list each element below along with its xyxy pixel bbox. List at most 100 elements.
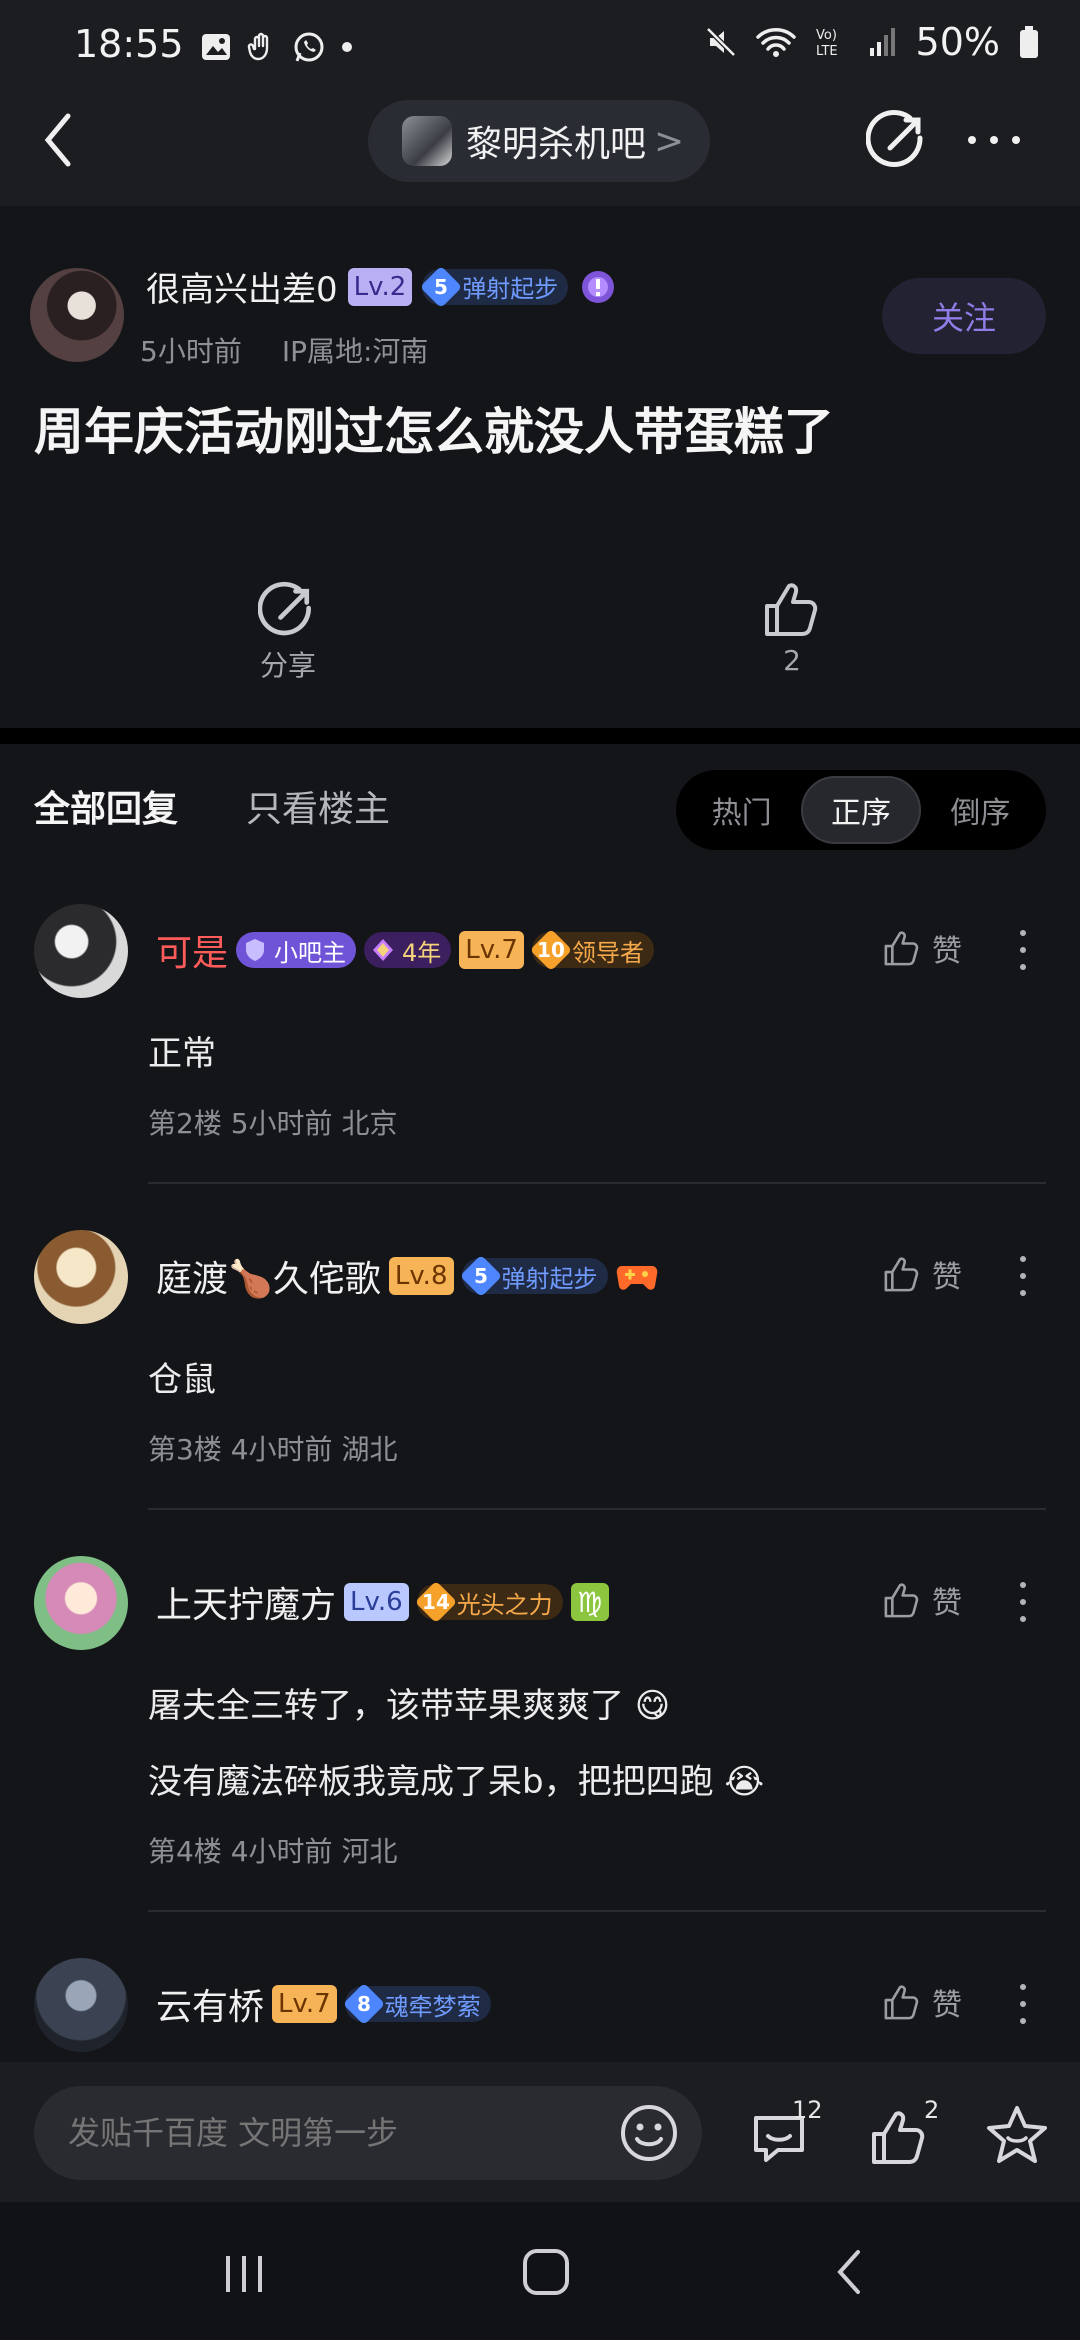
volte-icon: Vo)LTE	[816, 28, 838, 59]
share-icon	[866, 110, 923, 167]
thumbs-up-icon	[884, 1985, 919, 2020]
comment-avatar[interactable]	[34, 1230, 128, 1324]
thumbs-up-icon	[765, 583, 818, 636]
title-badge-num: 14	[421, 1590, 450, 1614]
comment-like-button[interactable]: 赞	[882, 926, 962, 970]
comment-more-button[interactable]	[1008, 1984, 1038, 2024]
favorite-button[interactable]	[984, 2104, 1050, 2166]
title-badge: 8 魂牵梦萦	[342, 1982, 491, 2026]
purple-medal-icon	[582, 270, 615, 303]
years-badge: 4年	[364, 932, 452, 968]
tab-all-replies[interactable]: 全部回复	[34, 780, 178, 832]
gamepad-icon	[616, 1266, 657, 1290]
title-badge-num: 10	[537, 938, 565, 962]
post-share-action[interactable]: 分享	[238, 580, 338, 684]
virgo-icon: ♍	[570, 1583, 609, 1621]
diamond-icon: 5	[420, 265, 463, 308]
comment-body: 正常	[148, 1034, 216, 1074]
comment-time: 5小时前	[230, 1107, 333, 1140]
status-system-icons: Vo) LTE 50%	[704, 20, 1040, 64]
title-badge-text: 弹射起步	[462, 275, 559, 303]
years-badge-text: 4年	[402, 938, 442, 967]
gallery-icon	[202, 34, 230, 60]
like-post-button[interactable]: 2	[868, 2096, 948, 2170]
section-divider	[0, 728, 1080, 744]
comment-header: 可是 小吧主 4年 Lv.7 10 领导者	[156, 924, 654, 976]
comment-header: 庭渡🍗久侘歌 Lv.8 5 弹射起步	[156, 1250, 658, 1302]
level-badge: Lv.8	[388, 1257, 454, 1295]
comment-avatar[interactable]	[34, 1958, 128, 2052]
comment-author-name[interactable]: 上天拧魔方	[156, 1576, 336, 1628]
level-badge: Lv.7	[272, 1985, 337, 2023]
comment-location: 河北	[341, 1835, 398, 1868]
post-like-count: 2	[783, 644, 801, 677]
emoji-button[interactable]	[618, 2102, 680, 2164]
tab-op-only[interactable]: 只看楼主	[246, 780, 390, 832]
forum-link[interactable]: 黎明杀机吧 >	[368, 100, 710, 182]
emoji-icon	[621, 2105, 677, 2161]
post-meta: 5小时前 IP属地:河南	[140, 330, 428, 370]
battery-percent: 50%	[915, 20, 1000, 64]
hand-icon	[247, 32, 269, 61]
level-badge: Lv.6	[344, 1583, 409, 1621]
back-button[interactable]	[36, 108, 80, 172]
sort-toggle: 热门 正序 倒序	[676, 770, 1046, 850]
post-like-action[interactable]: 2	[742, 578, 842, 677]
like-label: 赞	[932, 1260, 962, 1295]
comment-author-name[interactable]: 云有桥	[156, 1978, 264, 2030]
comment-like-button[interactable]: 赞	[882, 1578, 962, 1622]
title-badge-text: 弹射起步	[501, 1264, 598, 1293]
like-label: 赞	[932, 1586, 962, 1621]
battery-icon	[1020, 26, 1038, 58]
comment-header: 云有桥 Lv.7 8 魂牵梦萦	[156, 1978, 491, 2030]
comment-more-button[interactable]	[1008, 1582, 1038, 1622]
comments-button[interactable]: 12	[748, 2096, 828, 2170]
comment-location: 北京	[341, 1107, 398, 1140]
comment-more-button[interactable]	[1008, 930, 1038, 970]
svg-text:LTE: LTE	[816, 44, 838, 59]
moderator-badge-text: 小吧主	[274, 938, 347, 967]
floor-number: 第2楼	[148, 1107, 222, 1140]
more-horizontal-icon	[968, 136, 1020, 144]
comment-like-button[interactable]: 赞	[882, 1980, 962, 2024]
share-top-button[interactable]	[866, 108, 930, 172]
sort-ascending[interactable]: 正序	[801, 776, 921, 844]
thumbs-up-icon	[884, 1583, 919, 1618]
dot-icon	[342, 42, 352, 52]
home-button[interactable]	[520, 2246, 572, 2298]
sort-descending[interactable]: 倒序	[921, 776, 1040, 844]
comment-avatar[interactable]	[34, 904, 128, 998]
comment-separator	[148, 1508, 1046, 1510]
back-icon	[837, 2250, 860, 2294]
post-title: 周年庆活动刚过怎么就没人带蛋糕了	[34, 403, 834, 461]
sort-hot[interactable]: 热门	[682, 776, 801, 844]
title-badge-text: 魂牵梦萦	[384, 1992, 481, 2021]
more-options-button[interactable]	[964, 124, 1024, 156]
comment-author-name[interactable]: 可是	[156, 924, 228, 976]
comment-count: 12	[792, 2096, 823, 2124]
recent-apps-button[interactable]	[220, 2250, 268, 2298]
comment-body-line2: 没有魔法碎板我竟成了呆b，把把四跑 😭	[148, 1762, 765, 1802]
comment-more-button[interactable]	[1008, 1256, 1038, 1296]
reply-input-container[interactable]	[34, 2086, 702, 2180]
comment-avatar[interactable]	[34, 1556, 128, 1650]
comment-author-name[interactable]: 庭渡🍗久侘歌	[156, 1250, 381, 1302]
system-back-button[interactable]	[830, 2246, 870, 2298]
post-time: 5小时前	[140, 335, 242, 368]
title-badge-num: 8	[356, 1991, 371, 2016]
like-label: 赞	[932, 934, 962, 969]
post-author-name[interactable]: 很高兴出差0	[146, 262, 338, 311]
like-label: 赞	[932, 1988, 962, 2023]
post-author-avatar[interactable]	[30, 268, 124, 362]
home-icon	[523, 2249, 569, 2295]
level-badge: Lv.2	[347, 267, 413, 306]
comment-time: 4小时前	[230, 1433, 333, 1466]
follow-button[interactable]: 关注	[882, 278, 1046, 354]
comment-separator	[148, 1910, 1046, 1912]
comment-meta: 第4楼 4小时前 河北	[148, 1830, 397, 1870]
mute-icon	[705, 27, 736, 57]
reply-input[interactable]	[66, 2113, 630, 2153]
comment-like-button[interactable]: 赞	[882, 1252, 962, 1296]
comment-separator	[148, 1182, 1046, 1184]
title-badge-text: 领导者	[571, 938, 644, 967]
